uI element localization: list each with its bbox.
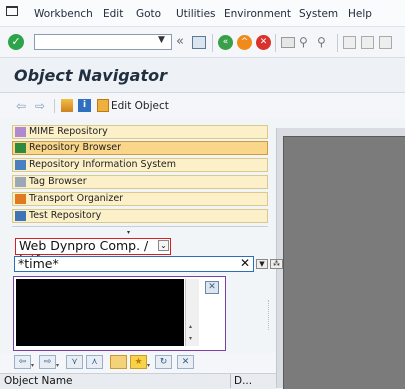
object-type-dropdown[interactable]: Web Dynpro Comp. / Intf. ⌄ [15, 238, 171, 267]
enter-icon[interactable]: ✓ [8, 34, 24, 50]
list-scrollbar[interactable]: ▴ ▾ [185, 279, 199, 346]
scroll-up-icon[interactable]: ▴ [189, 323, 192, 330]
tag-icon [15, 177, 26, 187]
hierarchy-icon[interactable] [61, 99, 73, 112]
close-list-icon[interactable]: ✕ [177, 355, 194, 369]
nav-item-mime-repository[interactable]: MIME Repository [12, 125, 268, 139]
menu-edit[interactable]: Edit [103, 8, 123, 20]
refresh-icon[interactable]: ↻ [155, 355, 172, 369]
back-arrows-icon[interactable]: « [176, 35, 184, 48]
search-value: *time* [18, 256, 59, 271]
object-list-content [16, 279, 184, 346]
menu-goto[interactable]: Goto [136, 8, 161, 20]
nav-item-label: Repository Information System [29, 159, 176, 170]
previous-page-icon[interactable] [361, 36, 374, 49]
menu-system[interactable]: System [299, 8, 338, 20]
hierarchy-tree-icon[interactable] [110, 355, 127, 369]
menu-workbench[interactable]: Workbench [34, 8, 93, 20]
back-icon[interactable]: « [218, 35, 233, 50]
splitter-handle-icon[interactable]: ▾ [127, 229, 130, 236]
toolbar-separator [275, 34, 276, 52]
save-icon[interactable] [192, 36, 206, 49]
nav-item-label: Repository Browser [29, 142, 122, 153]
info-system-icon [15, 160, 26, 170]
close-icon[interactable]: ✕ [205, 281, 219, 294]
nav-item-test-repository[interactable]: Test Repository [12, 209, 268, 223]
menu-environment[interactable]: Environment [224, 8, 291, 20]
clear-icon[interactable]: ✕ [240, 256, 250, 270]
object-search-input[interactable]: *time* [14, 256, 254, 272]
nav-item-label: MIME Repository [29, 126, 108, 137]
nav-item-transport-organizer[interactable]: Transport Organizer [12, 192, 268, 206]
edit-object-button[interactable]: Edit Object [111, 100, 169, 112]
collapse-all-icon[interactable]: ⋏ [86, 355, 103, 369]
page-title: Object Navigator [14, 66, 167, 85]
toolbar-separator [54, 99, 55, 113]
print-icon[interactable] [281, 37, 295, 48]
test-icon [15, 211, 26, 221]
pane-resize-handle[interactable] [268, 300, 271, 330]
search-go-icon[interactable]: ⁂ [270, 259, 283, 269]
find-next-icon[interactable]: ⚲ [317, 35, 326, 49]
nav-item-label: Test Repository [29, 210, 102, 221]
toolbar-separator [337, 34, 338, 52]
forward-icon[interactable]: ⇨ [39, 355, 56, 369]
first-page-icon[interactable] [343, 36, 356, 49]
nav-item-repository-information-system[interactable]: Repository Information System [12, 158, 268, 172]
column-object-name[interactable]: Object Name [4, 375, 73, 387]
repository-browser-icon [15, 143, 26, 153]
forward-dropdown-icon[interactable]: ▾ [56, 362, 59, 369]
exit-icon[interactable]: ^ [237, 35, 252, 50]
nav-item-repository-browser[interactable]: Repository Browser [12, 141, 268, 155]
command-dropdown-icon[interactable]: ▼ [158, 35, 165, 45]
nav-item-label: Transport Organizer [29, 193, 124, 204]
search-dropdown-icon[interactable]: ▼ [256, 259, 268, 269]
scroll-down-icon[interactable]: ▾ [189, 335, 192, 342]
back-arrow-icon[interactable]: ⇦ [16, 99, 26, 113]
nav-item-label: Tag Browser [29, 176, 87, 187]
expand-all-icon[interactable]: ⋎ [66, 355, 83, 369]
menu-help[interactable]: Help [348, 8, 372, 20]
back-icon[interactable]: ⇦ [14, 355, 31, 369]
forward-arrow-icon[interactable]: ⇨ [35, 99, 45, 113]
toolbar-separator [212, 34, 213, 52]
next-page-icon[interactable] [379, 36, 392, 49]
work-area-content [283, 136, 405, 389]
splitter[interactable] [12, 226, 268, 233]
back-dropdown-icon[interactable]: ▾ [31, 362, 34, 369]
edit-object-icon[interactable] [97, 99, 109, 112]
column-divider[interactable] [230, 374, 231, 388]
transport-icon [15, 194, 26, 204]
system-menu-icon[interactable] [6, 6, 18, 16]
nav-item-tag-browser[interactable]: Tag Browser [12, 175, 268, 189]
find-icon[interactable]: ⚲ [299, 35, 308, 49]
info-icon[interactable]: i [78, 99, 91, 112]
cancel-icon[interactable]: ✕ [256, 35, 271, 50]
column-description[interactable]: D... [234, 375, 252, 387]
mime-icon [15, 127, 26, 137]
menu-utilities[interactable]: Utilities [176, 8, 216, 20]
favorites-dropdown-icon[interactable]: ▾ [147, 362, 150, 369]
command-field[interactable] [34, 34, 172, 50]
favorites-icon[interactable]: ★ [130, 355, 147, 369]
chevron-down-icon[interactable]: ⌄ [158, 240, 169, 251]
